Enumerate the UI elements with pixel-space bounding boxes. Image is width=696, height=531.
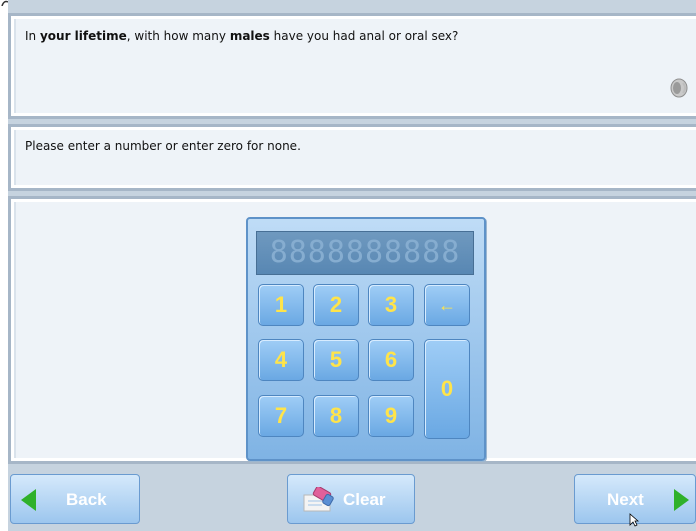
clear-button[interactable]: Clear (287, 474, 415, 524)
right-arrow-icon (674, 489, 689, 511)
key-2[interactable]: 2 (313, 284, 359, 326)
speaker-icon[interactable] (668, 77, 690, 99)
instruction-text: Please enter a number or enter zero for … (25, 139, 301, 153)
key-7[interactable]: 7 (258, 395, 304, 437)
key-8[interactable]: 8 (313, 395, 359, 437)
mouse-cursor-icon (629, 513, 639, 527)
instruction-panel: Please enter a number or enter zero for … (8, 124, 696, 191)
key-6[interactable]: 6 (368, 339, 414, 381)
next-button-label: Next (607, 490, 644, 509)
key-3[interactable]: 3 (368, 284, 414, 326)
keypad-area: 8888888888 1 2 3 ← 4 5 6 0 7 8 9 (8, 196, 696, 464)
key-9[interactable]: 9 (368, 395, 414, 437)
key-1[interactable]: 1 (258, 284, 304, 326)
key-4[interactable]: 4 (258, 339, 304, 381)
backspace-key[interactable]: ← (424, 284, 470, 326)
key-0[interactable]: 0 (424, 339, 470, 439)
question-emphasis-males: males (229, 29, 270, 43)
question-suffix: have you had anal or oral sex? (269, 29, 459, 43)
clear-button-label: Clear (343, 490, 386, 509)
left-arrow-icon (21, 489, 36, 511)
question-emphasis-lifetime: your lifetime (39, 29, 127, 43)
question-text: In your lifetime, with how many males ha… (25, 29, 458, 43)
question-prefix: In (25, 29, 40, 43)
question-middle: , with how many (126, 29, 230, 43)
number-display: 8888888888 (256, 231, 474, 275)
eraser-icon (303, 487, 334, 512)
question-panel: In your lifetime, with how many males ha… (8, 13, 696, 119)
next-button[interactable]: Next (574, 474, 696, 527)
back-button-label: Back (66, 490, 107, 509)
back-button[interactable]: Back (10, 474, 140, 524)
key-5[interactable]: 5 (313, 339, 359, 381)
survey-window: In your lifetime, with how many males ha… (8, 0, 696, 531)
numeric-keypad: 8888888888 1 2 3 ← 4 5 6 0 7 8 9 (246, 217, 486, 461)
